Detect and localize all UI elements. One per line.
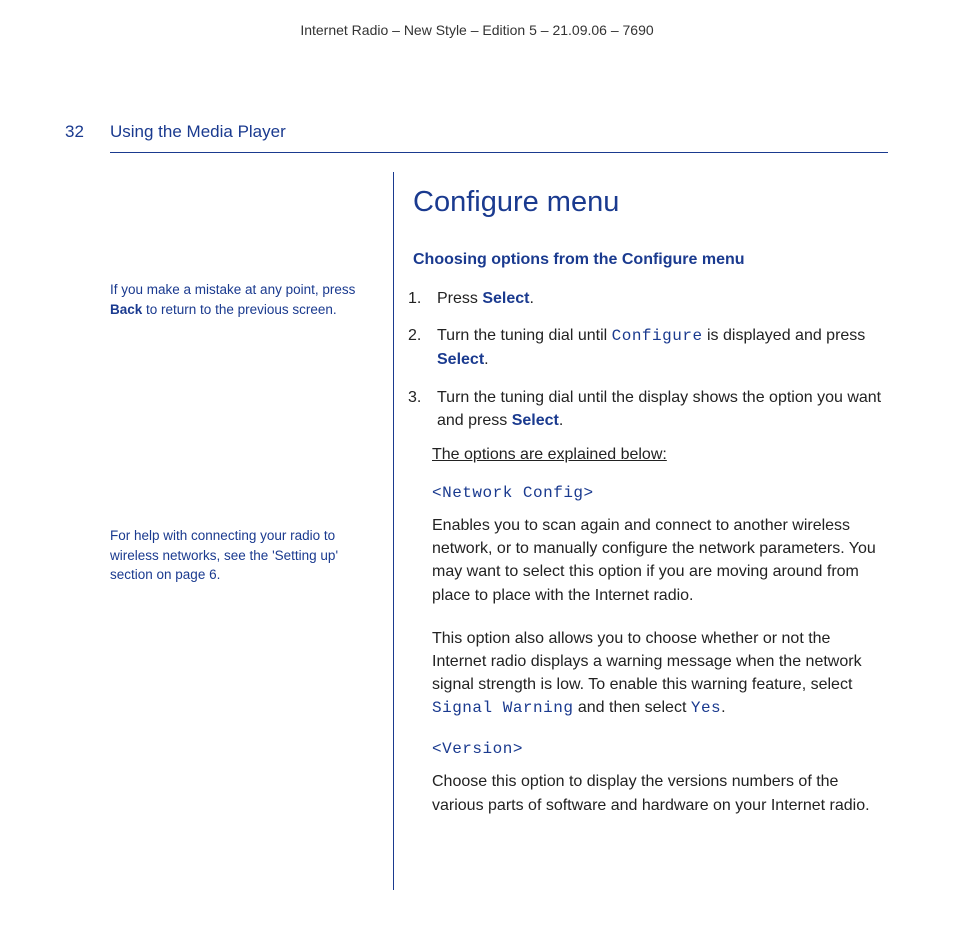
option-network-config: <Network Config> bbox=[432, 484, 888, 502]
step-1: Press Select. bbox=[413, 287, 888, 310]
text: and then select bbox=[573, 699, 690, 716]
select-label: Select bbox=[512, 412, 559, 429]
page-title: Configure menu bbox=[413, 186, 888, 219]
text: Turn the tuning dial until bbox=[437, 327, 612, 344]
lcd-text: Configure bbox=[612, 327, 703, 345]
step-2: Turn the tuning dial until Configure is … bbox=[413, 324, 888, 371]
select-label: Select bbox=[482, 290, 529, 307]
note-text: If you make a mistake at any point, pres… bbox=[110, 282, 355, 297]
options-body: The options are explained below: <Networ… bbox=[413, 446, 888, 817]
text: This option also allows you to choose wh… bbox=[432, 630, 862, 693]
text: . bbox=[721, 699, 725, 716]
text: Turn the tuning dial until the display s… bbox=[437, 389, 881, 429]
steps-list: Press Select. Turn the tuning dial until… bbox=[413, 287, 888, 432]
text: . bbox=[559, 412, 563, 429]
option-description: Choose this option to display the versio… bbox=[432, 770, 888, 816]
lcd-text: Signal Warning bbox=[432, 699, 573, 717]
horizontal-rule bbox=[110, 152, 888, 153]
option-description: Enables you to scan again and connect to… bbox=[432, 514, 888, 607]
subheading: Choosing options from the Configure menu bbox=[413, 251, 888, 269]
option-version: <Version> bbox=[432, 740, 888, 758]
note-text: For help with connecting your radio to w… bbox=[110, 528, 338, 582]
text: Press bbox=[437, 290, 482, 307]
sidebar-note-help: For help with connecting your radio to w… bbox=[110, 526, 370, 585]
document-header: Internet Radio – New Style – Edition 5 –… bbox=[0, 22, 954, 38]
back-label: Back bbox=[110, 302, 142, 317]
page-number: 32 bbox=[65, 122, 84, 142]
options-intro: The options are explained below: bbox=[432, 446, 888, 464]
section-title: Using the Media Player bbox=[110, 122, 286, 142]
main-content: Configure menu Choosing options from the… bbox=[413, 172, 888, 837]
vertical-rule bbox=[393, 172, 394, 890]
text: . bbox=[529, 290, 533, 307]
lcd-text: Yes bbox=[691, 699, 721, 717]
option-description: This option also allows you to choose wh… bbox=[432, 627, 888, 721]
step-3: Turn the tuning dial until the display s… bbox=[413, 386, 888, 432]
sidebar-note-back: If you make a mistake at any point, pres… bbox=[110, 280, 370, 319]
text: is displayed and press bbox=[703, 327, 866, 344]
text: . bbox=[484, 351, 488, 368]
select-label: Select bbox=[437, 351, 484, 368]
note-text: to return to the previous screen. bbox=[142, 302, 336, 317]
